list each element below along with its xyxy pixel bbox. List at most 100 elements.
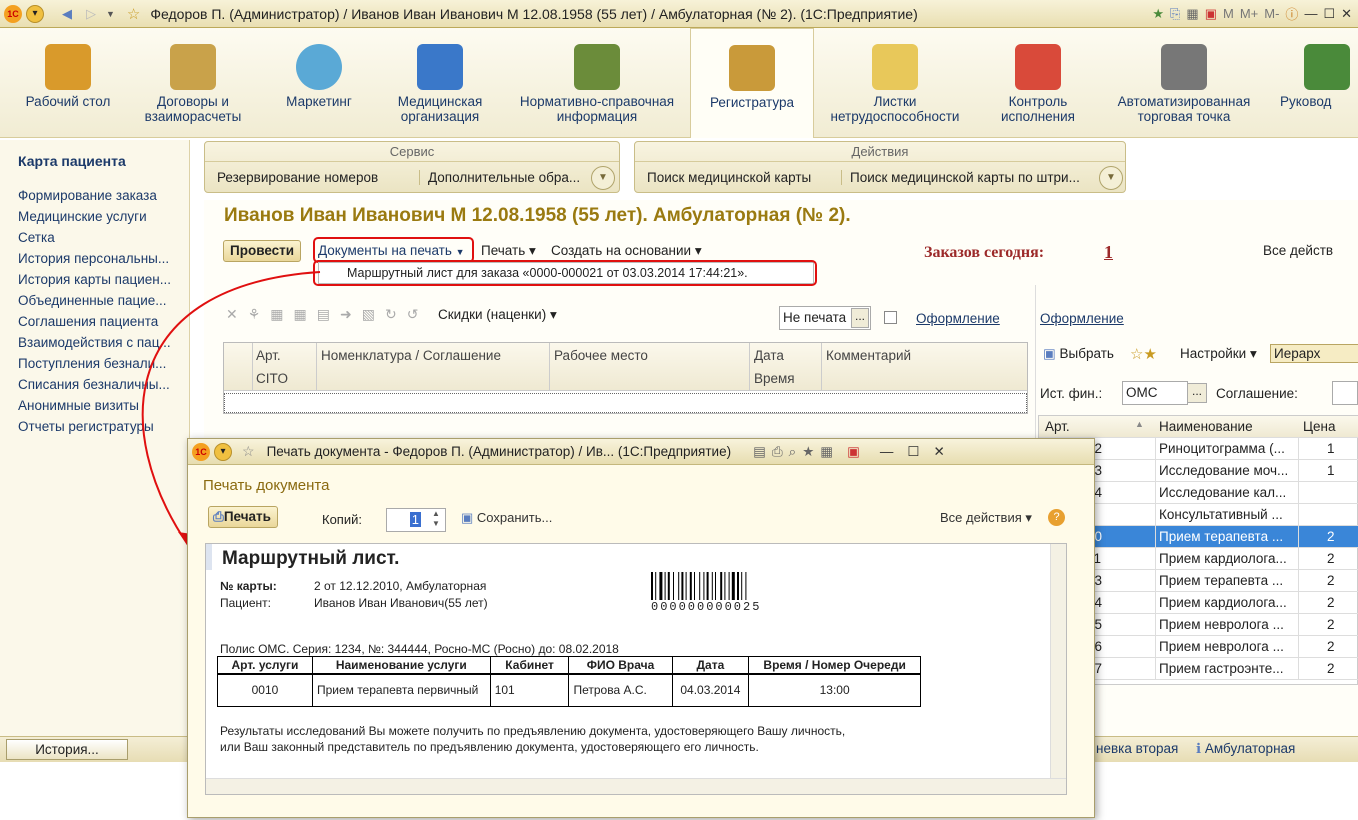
select-button[interactable]: ... (851, 308, 869, 328)
cell-price: 2 (1327, 551, 1335, 566)
history-button[interactable]: История... (6, 739, 128, 760)
menu-chevron-icon[interactable]: ▾ (214, 442, 232, 461)
sort-icon[interactable]: ▲ (1135, 419, 1144, 429)
reload-icon[interactable]: ↺ (407, 306, 419, 323)
cell-date: 04.03.2014 (671, 673, 750, 707)
col-name[interactable]: Наименование (1159, 419, 1253, 434)
cell-room: 101 (489, 673, 570, 707)
col-art[interactable]: Арт. (256, 348, 281, 363)
th-art: Арт. услуги (217, 656, 313, 675)
cell-name: Прием терапевта первичный (311, 673, 491, 707)
cell-name: Прием терапевта ... (1159, 529, 1284, 544)
fin-source-field[interactable]: ОМС (1122, 381, 1188, 405)
cell-name: Риноцитограмма (... (1159, 441, 1285, 456)
doc2-icon[interactable]: ▧ (362, 306, 375, 323)
info-icon: ℹ (1196, 741, 1202, 756)
order-items-grid[interactable]: Арт. Номенклатура / Соглашение Рабочее м… (223, 342, 1028, 414)
grid-header: Арт. ▲ Наименование Цена (1039, 416, 1358, 438)
copies-stepper[interactable]: ▲ ▼ (432, 509, 440, 529)
save-icon: ▣ (461, 510, 474, 525)
row-marker (206, 544, 212, 570)
favorites-star-icon[interactable]: ☆ (242, 443, 255, 460)
table-row[interactable] (224, 393, 1027, 413)
all-actions-menu[interactable]: Все действия ▾ (940, 510, 1032, 526)
table2-icon[interactable]: ▦ (294, 306, 307, 323)
col-time[interactable]: Время (754, 371, 795, 386)
copies-label: Копий: (322, 512, 362, 527)
cell-price: 2 (1327, 529, 1335, 544)
horizontal-scrollbar[interactable] (206, 778, 1066, 794)
print-button[interactable]: ⎙Печать (208, 506, 278, 528)
open-window-tab-active[interactable]: ℹ Амбулаторная (1196, 741, 1295, 757)
footer-line-1: Результаты исследований Вы можете получи… (220, 724, 846, 738)
select-icon: ▣ (1043, 346, 1056, 361)
doc-icon[interactable]: ▤ (317, 306, 330, 323)
table-row: 0010 Прием терапевта первичный 101 Петро… (217, 673, 921, 707)
th-doctor: ФИО Врача (568, 656, 673, 675)
select-button-right[interactable]: ▣ Выбрать (1043, 346, 1114, 362)
grid-toolbar: ✕ ⚘ ▦ ▦ ▤ ➜ ▧ ↻ ↺ (226, 306, 418, 323)
copy-icon[interactable]: ⚘ (248, 306, 261, 323)
close-icon[interactable]: ✕ (933, 444, 944, 460)
cell-name: Прием невролога ... (1159, 639, 1284, 654)
cell-price: 1 (1327, 441, 1335, 456)
col-date[interactable]: Дата (754, 348, 784, 363)
cell-price: 1 (1327, 463, 1335, 478)
col-nomenclature[interactable]: Номенклатура / Соглашение (321, 348, 501, 363)
appearance-link-right[interactable]: Оформление (1040, 311, 1124, 326)
card-label: № карты: (220, 579, 277, 593)
dialog-tools[interactable]: ▤⎙⌕★▦ (753, 444, 839, 460)
fin-source-label: Ист. фин.: (1040, 386, 1103, 401)
cell-price: 2 (1327, 573, 1335, 588)
th-time: Время / Номер Очереди (748, 656, 921, 675)
patient-label: Пациент: (220, 596, 272, 610)
appearance-link[interactable]: Оформление (916, 311, 1000, 326)
open-window-tab[interactable]: невка вторая (1096, 741, 1178, 756)
table-icon[interactable]: ▦ (270, 306, 283, 323)
cell-name: Прием кардиолога... (1159, 595, 1287, 610)
doc-title: Маршрутный лист. (222, 548, 400, 569)
col-art[interactable]: Арт. (1045, 419, 1070, 434)
checkbox[interactable] (884, 311, 897, 324)
agreement-field[interactable] (1332, 381, 1358, 405)
col-cito[interactable]: CITO (256, 371, 288, 386)
dialog-titlebar: 1С ▾ ☆ Печать документа - Федоров П. (Ад… (188, 439, 1094, 465)
cell-art: 0010 (217, 673, 313, 707)
cell-time: 13:00 (748, 673, 921, 707)
delete-icon[interactable]: ✕ (226, 306, 238, 323)
minimize-icon[interactable]: — (880, 444, 894, 459)
favorite-icon[interactable]: ☆★ (1130, 345, 1157, 363)
save-button[interactable]: ▣ Сохранить... (461, 510, 552, 526)
patient-value: Иванов Иван Иванович(55 лет) (314, 596, 488, 610)
discounts-dropdown[interactable]: Скидки (наценки) ▾ (438, 307, 557, 323)
print-document-dialog: 1С ▾ ☆ Печать документа - Федоров П. (Ад… (187, 438, 1095, 818)
refresh-icon[interactable]: ↻ (385, 306, 397, 323)
cell-doctor: Петрова А.С. (568, 673, 673, 707)
calendar-icon[interactable]: ▣ (847, 444, 860, 460)
th-room: Кабинет (489, 656, 570, 675)
barcode-number: 000000000025 (651, 600, 762, 614)
dialog-title: Печать документа - Федоров П. (Администр… (266, 444, 732, 459)
cell-name: Исследование моч... (1159, 463, 1289, 478)
settings-dropdown[interactable]: Настройки ▾ (1180, 346, 1257, 362)
barcode-image (651, 572, 747, 600)
services-table: Арт. услуги Наименование услуги Кабинет … (217, 656, 921, 707)
cell-price: 2 (1327, 639, 1335, 654)
col-price[interactable]: Цена (1303, 419, 1335, 434)
th-date: Дата (671, 656, 750, 675)
app-logo-icon[interactable]: 1С (192, 442, 210, 461)
col-comment[interactable]: Комментарий (826, 348, 911, 363)
cell-name: Прием терапевта ... (1159, 573, 1284, 588)
agreement-label: Соглашение: (1216, 386, 1298, 401)
cell-name: Прием гастроэнте... (1159, 661, 1284, 676)
maximize-icon[interactable]: ☐ (907, 444, 919, 460)
cell-price: 2 (1327, 661, 1335, 676)
vertical-scrollbar[interactable] (1050, 544, 1066, 778)
move-icon[interactable]: ➜ (340, 306, 352, 323)
printer-icon: ⎙ (213, 509, 224, 524)
card-value: 2 от 12.12.2010, Амбулаторная (314, 579, 487, 593)
col-workplace[interactable]: Рабочее место (554, 348, 648, 363)
hierarchy-toggle[interactable]: Иерарх (1270, 344, 1358, 363)
help-icon[interactable]: ? (1048, 509, 1065, 526)
fin-source-select-button[interactable]: ... (1187, 383, 1207, 403)
